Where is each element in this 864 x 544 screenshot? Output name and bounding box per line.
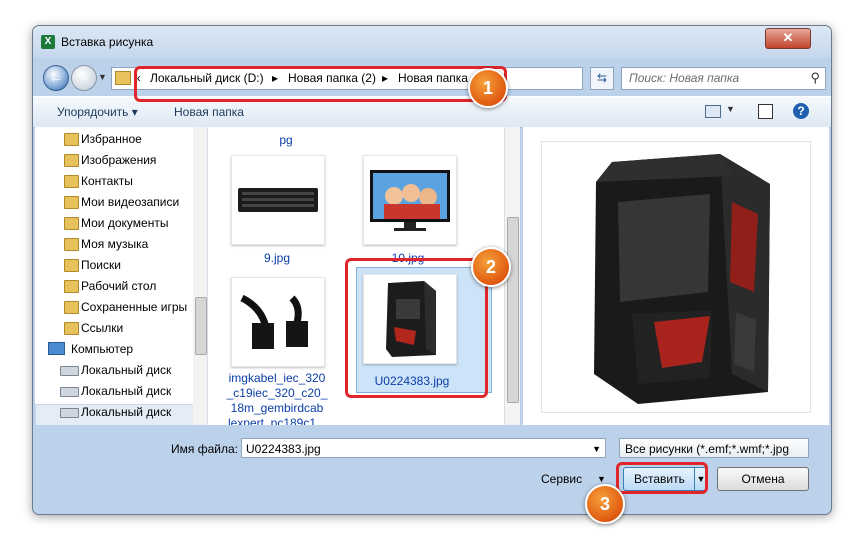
cancel-button[interactable]: Отмена	[717, 467, 809, 491]
nav-item-desktop[interactable]: Рабочий стол	[64, 276, 156, 296]
folder-icon	[64, 259, 79, 272]
computer-icon	[48, 342, 65, 355]
step-marker-3: 3	[585, 484, 625, 524]
preview-pane	[523, 127, 829, 425]
drive-icon	[60, 387, 79, 397]
file-list-scrollbar-thumb[interactable]	[507, 217, 519, 403]
search-icon[interactable]: ⚲	[810, 70, 820, 86]
forward-button[interactable]: →	[71, 65, 97, 91]
nav-item-music[interactable]: Моя музыка	[64, 234, 148, 254]
close-button[interactable]: ✕	[765, 28, 811, 49]
folder-icon	[64, 217, 79, 230]
file-highlight-box	[345, 258, 488, 398]
nav-item-searches[interactable]: Поиски	[64, 255, 121, 275]
file-type-select[interactable]: Все рисунки (*.emf;*.wmf;*.jpg	[619, 438, 809, 458]
nav-item-pictures[interactable]: Изображения	[64, 150, 156, 170]
window-title: Вставка рисунка	[61, 35, 154, 49]
folder-icon	[64, 154, 79, 167]
folder-icon	[64, 175, 79, 188]
search-input[interactable]: Поиск: Новая папка ⚲	[621, 67, 826, 90]
navigation-pane: Избранное Изображения Контакты Мои видео…	[35, 127, 208, 425]
nav-scrollbar[interactable]	[193, 127, 207, 425]
nav-item-favorites[interactable]: Избранное	[64, 129, 142, 149]
pc-case-preview-image	[594, 154, 770, 404]
file-name-partial[interactable]: pg	[266, 133, 306, 147]
search-placeholder: Поиск: Новая папка	[629, 71, 740, 85]
title-bar[interactable]: X Вставка рисунка ✕	[33, 26, 831, 58]
cable-image	[240, 294, 308, 349]
folder-icon	[64, 196, 79, 209]
back-button[interactable]: ←	[43, 65, 69, 91]
preview-pane-icon[interactable]	[758, 104, 773, 119]
file-thumbnail-cable[interactable]	[231, 277, 325, 367]
nav-item-saved-games[interactable]: Сохраненные игры	[64, 297, 187, 317]
folder-icon	[64, 322, 79, 335]
file-name-imgkabel[interactable]: imgkabel_iec_320 _c19iec_320_c20_ 18m_ge…	[226, 371, 328, 425]
folder-icon	[115, 71, 131, 85]
address-highlight-box	[134, 66, 507, 102]
filename-label: Имя файла:	[171, 442, 238, 456]
nav-item-computer[interactable]: Компьютер	[48, 339, 133, 359]
folder-icon	[64, 301, 79, 314]
drive-icon	[60, 366, 79, 376]
folder-icon	[64, 238, 79, 251]
file-name-9[interactable]: 9.jpg	[249, 251, 305, 265]
nav-item-local-disk[interactable]: Локальный диск	[60, 360, 171, 380]
filename-input[interactable]: U0224383.jpg ▼	[241, 438, 606, 458]
filename-value: U0224383.jpg	[246, 442, 321, 456]
tools-dropdown-icon[interactable]: ▼	[597, 474, 606, 484]
recent-pages-dropdown-icon[interactable]: ▼	[98, 72, 107, 82]
preview-image	[541, 141, 811, 413]
nav-item-local-disk[interactable]: Локальный диск	[60, 402, 171, 422]
keyboard-image	[238, 188, 318, 212]
insert-highlight-box	[616, 462, 708, 494]
file-thumbnail-monitor[interactable]	[363, 155, 457, 245]
nav-scrollbar-thumb[interactable]	[195, 297, 207, 355]
nav-item-documents[interactable]: Мои документы	[64, 213, 168, 233]
folder-icon	[64, 133, 79, 146]
refresh-icon[interactable]: ⇆	[590, 67, 614, 90]
nav-item-contacts[interactable]: Контакты	[64, 171, 133, 191]
excel-app-icon: X	[41, 35, 55, 49]
drive-icon	[60, 408, 79, 418]
step-marker-2: 2	[471, 247, 511, 287]
change-view-icon[interactable]	[705, 105, 721, 118]
file-thumbnail-keyboard[interactable]	[231, 155, 325, 245]
tools-button[interactable]: Сервис	[541, 472, 582, 486]
step-marker-1: 1	[468, 68, 508, 108]
view-options-dropdown-icon[interactable]: ▼	[726, 104, 735, 114]
filename-dropdown-icon[interactable]: ▼	[592, 439, 601, 459]
monitor-image	[370, 170, 450, 231]
organize-button[interactable]: Упорядочить ▾	[57, 105, 138, 119]
new-folder-button[interactable]: Новая папка	[174, 105, 244, 119]
folder-icon	[64, 280, 79, 293]
nav-item-local-disk[interactable]: Локальный диск	[60, 381, 171, 401]
nav-item-links[interactable]: Ссылки	[64, 318, 123, 338]
nav-item-videos[interactable]: Мои видеозаписи	[64, 192, 179, 212]
help-icon[interactable]: ?	[793, 103, 809, 119]
